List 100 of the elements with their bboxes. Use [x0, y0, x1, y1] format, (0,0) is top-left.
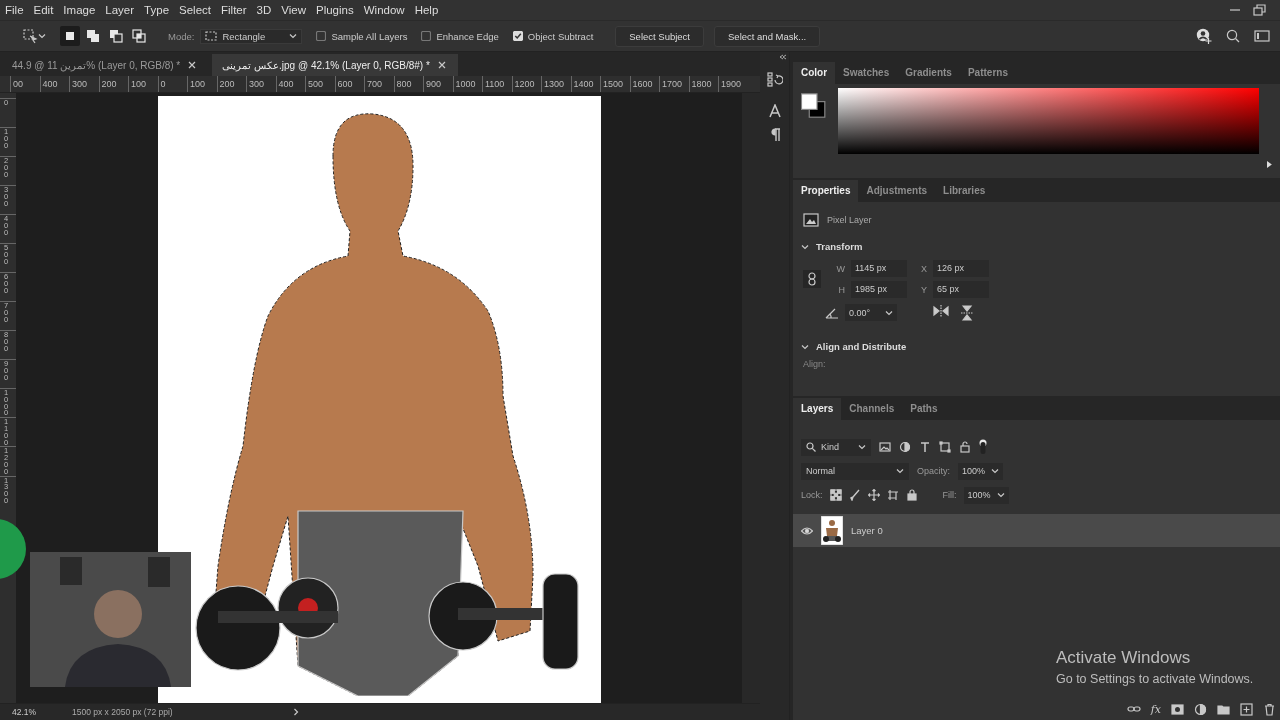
folder-icon[interactable] [1217, 702, 1230, 716]
brush-icon[interactable] [848, 489, 861, 501]
share-user-icon[interactable] [1196, 28, 1212, 44]
paragraph-panel-icon[interactable] [768, 128, 781, 142]
panel-tab[interactable]: Channels [841, 398, 903, 420]
new-layer-icon[interactable] [1240, 702, 1253, 716]
zoom-level[interactable]: 42.1% [0, 707, 72, 717]
layer-mask-icon[interactable] [1171, 702, 1184, 716]
input-field[interactable]: 65 px [933, 281, 989, 298]
chevron-icon[interactable] [292, 708, 299, 716]
fill-field[interactable]: 100% [963, 486, 1009, 504]
image-filter-icon[interactable] [879, 441, 891, 453]
adjustment-layer-icon[interactable] [1194, 702, 1207, 716]
section-title[interactable]: Align and Distribute [816, 341, 907, 352]
filter-kind-dropdown[interactable]: Kind [801, 438, 871, 456]
ruler-label: 1800 [691, 79, 712, 89]
panel-tab[interactable]: Gradients [897, 62, 960, 84]
panel-tab[interactable]: Adjustments [858, 180, 936, 202]
trash-icon[interactable] [1263, 702, 1276, 716]
panel-tab[interactable]: Paths [902, 398, 946, 420]
caret-icon[interactable] [38, 33, 46, 39]
menu-item[interactable]: Select [174, 4, 216, 16]
layer-effects-button[interactable]: fx [1150, 702, 1161, 716]
select-subject-button[interactable]: Select Subject [615, 25, 704, 47]
restore-icon[interactable] [1252, 4, 1266, 16]
panel-tab[interactable]: Libraries [935, 180, 994, 202]
blend-mode-dropdown[interactable]: Normal [801, 462, 909, 480]
color-spectrum[interactable] [838, 88, 1260, 154]
selection-mode-button[interactable] [129, 26, 149, 46]
flip-horizontal-icon[interactable] [933, 304, 949, 317]
menu-item[interactable]: Type [139, 4, 175, 16]
marquee-tool-icon[interactable] [22, 28, 38, 44]
panel-tab[interactable]: Swatches [835, 62, 898, 84]
select-and-mask-button[interactable]: Select and Mask... [714, 25, 821, 47]
character-panel-icon[interactable] [767, 104, 782, 118]
checkbox-label[interactable]: Enhance Edge [436, 30, 499, 42]
menu-item[interactable]: 3D [251, 4, 277, 16]
panel-tab[interactable]: Patterns [959, 62, 1016, 84]
menu-item[interactable]: Window [358, 4, 410, 16]
mode-dropdown[interactable]: Rectangle [200, 28, 303, 44]
chevron-down-icon[interactable] [801, 343, 809, 350]
lock-label: Lock: [801, 490, 823, 500]
lock-pixels-icon[interactable] [829, 489, 842, 501]
color-swatches[interactable] [801, 93, 827, 119]
checkbox[interactable] [421, 31, 432, 41]
menu-item[interactable]: Image [58, 4, 101, 16]
move-icon[interactable] [867, 489, 880, 501]
close-icon[interactable] [188, 61, 197, 69]
chevron-down-icon[interactable] [801, 243, 809, 250]
activation-title: Activate Windows [1056, 648, 1192, 668]
link-layers-icon[interactable] [1126, 704, 1141, 714]
ruler-label: 400 [42, 79, 58, 89]
artboard-icon[interactable] [886, 489, 899, 501]
link-dimensions-button[interactable] [803, 270, 821, 288]
search-icon[interactable] [1226, 29, 1240, 43]
history-icon[interactable] [766, 72, 783, 88]
activation-message: Go to Settings to activate Windows. [1056, 672, 1254, 686]
adjustment-filter-icon[interactable] [899, 441, 911, 453]
ruler-label: 200 [101, 79, 117, 89]
menu-item[interactable]: Filter [216, 4, 252, 16]
ruler-label: 1300 [544, 79, 565, 89]
ruler-label: 700 [367, 79, 383, 89]
angle-icon [825, 306, 839, 319]
close-icon[interactable] [437, 61, 446, 69]
panel-tab[interactable]: Properties [793, 180, 859, 202]
shape-filter-icon[interactable] [939, 441, 951, 453]
smart-object-filter-icon[interactable] [959, 441, 971, 453]
layer-row[interactable]: Layer 0 [793, 514, 1280, 547]
flip-vertical-icon[interactable] [961, 304, 973, 321]
opacity-label: Opacity: [917, 466, 950, 476]
section-title[interactable]: Transform [816, 241, 863, 252]
type-filter-icon[interactable] [919, 441, 931, 453]
filter-toggle-icon[interactable] [979, 439, 987, 455]
panel-tab[interactable]: Color [793, 62, 836, 84]
eye-icon[interactable] [801, 526, 813, 535]
document-tab[interactable]: 44.9 @ 11 تمرین% (Layer 0, RGB/8) * [2, 54, 209, 76]
collapse-icon[interactable] [779, 54, 787, 60]
layer-type-label: Pixel Layer [827, 215, 872, 225]
input-field[interactable]: 126 px [933, 260, 989, 277]
panel-tab[interactable]: Layers [793, 398, 842, 420]
checkbox-label[interactable]: Object Subtract [527, 30, 594, 42]
menu-item[interactable]: Edit [28, 4, 59, 16]
lock-icon[interactable] [905, 489, 918, 501]
input-field[interactable]: 1985 px [851, 281, 907, 298]
input-field[interactable]: 1145 px [851, 260, 907, 277]
menu-item[interactable]: Help [409, 4, 444, 16]
menu-item[interactable]: Plugins [311, 4, 359, 16]
checkbox[interactable] [316, 31, 327, 41]
menu-item[interactable]: View [276, 4, 311, 16]
angle-field[interactable]: 0.00° [845, 304, 897, 321]
document-tab[interactable]: عکس تمرینی.jpg @ 42.1% (Layer 0, RGB/8#) * [212, 54, 458, 76]
ruler-label: 1200 [514, 79, 535, 89]
menu-item[interactable]: File [0, 4, 29, 16]
selection-mode-button[interactable] [60, 26, 80, 46]
checkbox-label[interactable]: Sample All Layers [331, 30, 408, 42]
hue-marker-icon[interactable] [1267, 161, 1272, 168]
caret-icon [289, 33, 298, 39]
menu-item[interactable]: Layer [100, 4, 140, 16]
workspace-icon[interactable] [1254, 30, 1270, 42]
opacity-field[interactable]: 100% [958, 462, 1004, 480]
